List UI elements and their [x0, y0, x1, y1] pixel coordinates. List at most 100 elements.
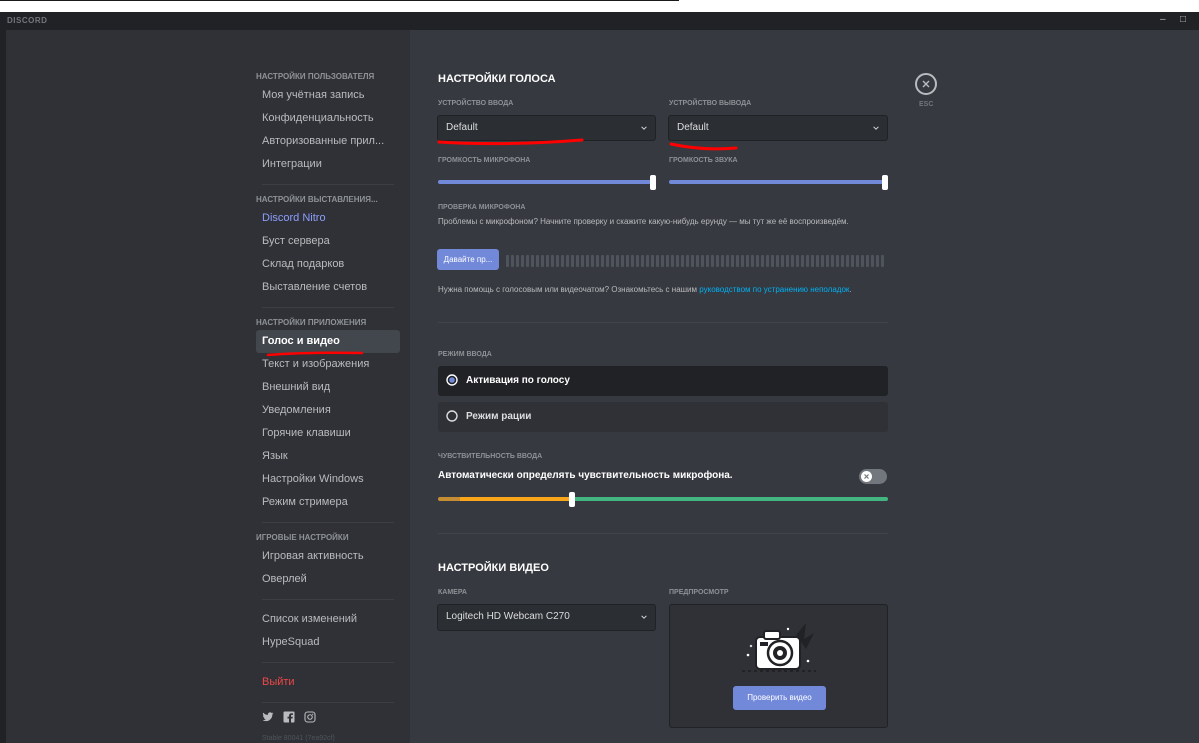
camera-illustration-icon — [742, 623, 816, 672]
meter-bar — [721, 255, 724, 267]
nav-item-language[interactable]: Язык — [256, 445, 400, 468]
nav-divider — [262, 599, 394, 600]
nav-divider — [262, 307, 394, 308]
nav-item-keybinds[interactable]: Горячие клавиши — [256, 422, 400, 445]
meter-bar — [521, 255, 524, 267]
radio-push-to-talk[interactable]: Режим рации — [438, 402, 888, 432]
social-links — [256, 711, 400, 723]
mic-volume-slider[interactable] — [438, 180, 653, 184]
maximize-button[interactable]: □ — [1180, 14, 1186, 25]
nav-item-my-account[interactable]: Моя учётная запись — [256, 84, 400, 107]
nav-header-billing-settings: НАСТРОЙКИ ВЫСТАВЛЕНИЯ... — [256, 195, 378, 204]
input-sensitivity-label: ЧУВСТВИТЕЛЬНОСТЬ ВВОДА — [438, 453, 543, 460]
help-text-main: Нужна помощь с голосовым или видеочатом?… — [438, 285, 700, 294]
sensitivity-knob[interactable] — [569, 492, 575, 507]
facebook-icon[interactable] — [283, 711, 295, 723]
nav-item-discord-nitro[interactable]: Discord Nitro — [256, 207, 400, 230]
voice-settings-title: НАСТРОЙКИ ГОЛОСА — [438, 73, 556, 85]
nav-item-overlay[interactable]: Оверлей — [256, 568, 400, 591]
nav-header-game-settings: ИГРОВЫЕ НАСТРОЙКИ — [256, 533, 349, 542]
output-device-label: УСТРОЙСТВО ВЫВОДА — [669, 100, 752, 107]
meter-bar — [761, 255, 764, 267]
meter-bar — [626, 255, 629, 267]
meter-bar — [636, 255, 639, 267]
meter-bar — [551, 255, 554, 267]
meter-bar — [726, 255, 729, 267]
input-mode-label: РЕЖИМ ВВОДА — [438, 351, 492, 358]
meter-bar — [746, 255, 749, 267]
nav-item-streamer-mode[interactable]: Режим стримера — [256, 491, 400, 514]
output-device-select[interactable]: Default — [668, 115, 888, 141]
meter-bar — [661, 255, 664, 267]
meter-bar — [881, 255, 884, 267]
meter-bar — [606, 255, 609, 267]
meter-bar — [556, 255, 559, 267]
meter-bar — [706, 255, 709, 267]
meter-bar — [821, 255, 824, 267]
meter-bar — [591, 255, 594, 267]
meter-bar — [851, 255, 854, 267]
esc-label: ESC — [919, 101, 934, 108]
meter-bar — [536, 255, 539, 267]
nav-item-server-boost[interactable]: Буст сервера — [256, 230, 400, 253]
mic-test-description: Проблемы с микрофоном? Начните проверку … — [438, 217, 849, 226]
sound-volume-slider[interactable] — [669, 180, 885, 184]
camera-select[interactable]: Logitech HD Webcam C270 — [437, 604, 656, 631]
radio-unchecked-icon — [446, 410, 458, 422]
nav-item-integrations[interactable]: Интеграции — [256, 153, 400, 176]
nav-item-billing[interactable]: Выставление счетов — [256, 276, 400, 299]
meter-bar — [546, 255, 549, 267]
preview-label: ПРЕДПРОСМОТР — [669, 589, 729, 596]
nav-item-logout[interactable]: Выйти — [256, 671, 400, 694]
meter-bar — [581, 255, 584, 267]
nav-item-gift-inventory[interactable]: Склад подарков — [256, 253, 400, 276]
instagram-icon[interactable] — [304, 711, 316, 723]
meter-bar — [781, 255, 784, 267]
twitter-icon[interactable] — [262, 711, 274, 723]
close-settings-button[interactable] — [915, 73, 937, 95]
nav-item-windows-settings[interactable]: Настройки Windows — [256, 468, 400, 491]
help-text: Нужна помощь с голосовым или видеочатом?… — [438, 284, 878, 296]
nav-item-game-activity[interactable]: Игровая активность — [256, 545, 400, 568]
settings-nav: НАСТРОЙКИ ПОЛЬЗОВАТЕЛЯ Моя учётная запис… — [256, 70, 400, 742]
radio-voice-activity[interactable]: Активация по голосу — [438, 366, 888, 396]
sound-volume-knob[interactable] — [882, 175, 888, 190]
meter-bar — [576, 255, 579, 267]
nav-item-privacy[interactable]: Конфиденциальность — [256, 107, 400, 130]
minimize-button[interactable]: – — [1160, 14, 1166, 25]
meter-bar — [531, 255, 534, 267]
chevron-down-icon — [873, 126, 879, 130]
mic-level-meter — [506, 255, 888, 267]
nav-item-authorized-apps[interactable]: Авторизованные прил... — [256, 130, 400, 153]
meter-bar — [731, 255, 734, 267]
troubleshooting-link[interactable]: руководством по устранению неполадок — [699, 285, 849, 294]
camera-value: Logitech HD Webcam C270 — [446, 611, 570, 622]
meter-bar — [776, 255, 779, 267]
meter-bar — [506, 255, 509, 267]
nav-item-change-log[interactable]: Список изменений — [256, 608, 400, 631]
top-border-line — [0, 0, 679, 1]
meter-bar — [841, 255, 844, 267]
nav-item-hypesquad[interactable]: HypeSquad — [256, 631, 400, 654]
meter-bar — [816, 255, 819, 267]
camera-label: КАМЕРА — [438, 589, 467, 596]
mic-volume-knob[interactable] — [650, 175, 656, 190]
meter-bar — [586, 255, 589, 267]
meter-bar — [806, 255, 809, 267]
auto-sensitivity-text: Автоматически определять чувствительност… — [438, 470, 733, 481]
discord-logo: DISCORD — [7, 16, 48, 25]
meter-bar — [646, 255, 649, 267]
nav-item-notifications[interactable]: Уведомления — [256, 399, 400, 422]
test-video-button[interactable]: Проверить видео — [733, 686, 826, 710]
meter-bar — [846, 255, 849, 267]
auto-sensitivity-toggle[interactable] — [859, 469, 887, 484]
meter-bar — [676, 255, 679, 267]
mic-test-label: ПРОВЕРКА МИКРОФОНА — [438, 204, 526, 211]
meter-bar — [511, 255, 514, 267]
mic-test-button[interactable]: Давайте пр... — [437, 249, 499, 270]
meter-bar — [696, 255, 699, 267]
meter-bar — [856, 255, 859, 267]
nav-item-appearance[interactable]: Внешний вид — [256, 376, 400, 399]
meter-bar — [681, 255, 684, 267]
meter-bar — [611, 255, 614, 267]
